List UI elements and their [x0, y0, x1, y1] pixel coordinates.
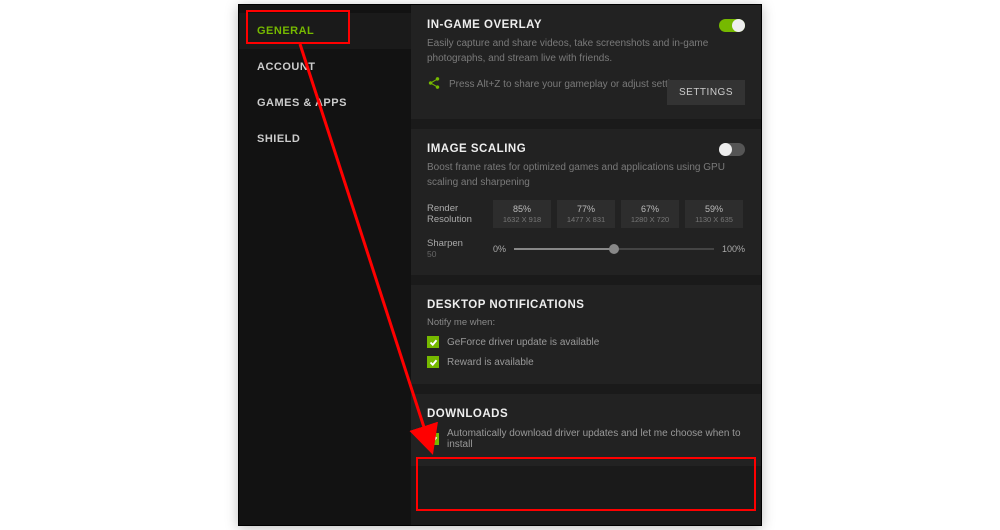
res-preset-77[interactable]: 77% 1477 X 831	[557, 200, 615, 228]
panel-overlay: IN-GAME OVERLAY Easily capture and share…	[411, 5, 761, 119]
settings-button[interactable]: SETTINGS	[667, 80, 745, 105]
label-auto-download: Automatically download driver updates an…	[447, 428, 745, 450]
check-row-auto-download[interactable]: Automatically download driver updates an…	[427, 428, 745, 450]
check-row-reward[interactable]: Reward is available	[427, 356, 745, 368]
sidebar-item-games-apps[interactable]: GAMES & APPS	[239, 85, 411, 121]
panel-image-scaling: IMAGE SCALING Boost frame rates for opti…	[411, 129, 761, 275]
panel-downloads: DOWNLOADS Automatically download driver …	[411, 394, 761, 466]
sharpen-slider[interactable]	[514, 248, 714, 250]
notify-subhead: Notify me when:	[427, 317, 745, 328]
sidebar-item-shield[interactable]: SHIELD	[239, 121, 411, 157]
render-resolution-label: Render Resolution	[427, 203, 483, 226]
label-driver-update: GeForce driver update is available	[447, 337, 599, 348]
panel-title-overlay: IN-GAME OVERLAY	[427, 19, 745, 31]
sharpen-label: Sharpen	[427, 238, 483, 249]
settings-window: GENERAL ACCOUNT GAMES & APPS SHIELD IN-G…	[238, 4, 762, 526]
res-preset-85[interactable]: 85% 1632 X 918	[493, 200, 551, 228]
render-resolution-row: Render Resolution 85% 1632 X 918 77% 147…	[427, 200, 745, 228]
checkbox-reward[interactable]	[427, 356, 439, 368]
panel-title-downloads: DOWNLOADS	[427, 408, 745, 420]
tip-text: Press Alt+Z to share your gameplay or ad…	[449, 79, 689, 90]
checkbox-driver-update[interactable]	[427, 336, 439, 348]
toggle-overlay[interactable]	[719, 19, 745, 32]
check-row-driver-update[interactable]: GeForce driver update is available	[427, 336, 745, 348]
sharpen-value: 50	[427, 249, 483, 259]
share-icon	[427, 76, 441, 93]
slider-min: 0%	[493, 244, 506, 254]
panel-title-notifications: DESKTOP NOTIFICATIONS	[427, 299, 745, 311]
sidebar-item-general[interactable]: GENERAL	[239, 13, 411, 49]
sharpen-row: Sharpen 50 0% 100%	[427, 238, 745, 259]
res-preset-59[interactable]: 59% 1130 X 635	[685, 200, 743, 228]
panel-title-scaling: IMAGE SCALING	[427, 143, 745, 155]
toggle-image-scaling[interactable]	[719, 143, 745, 156]
panel-notifications: DESKTOP NOTIFICATIONS Notify me when: Ge…	[411, 285, 761, 384]
panel-desc-scaling: Boost frame rates for optimized games an…	[427, 161, 745, 190]
panel-desc-overlay: Easily capture and share videos, take sc…	[427, 37, 745, 66]
sidebar: GENERAL ACCOUNT GAMES & APPS SHIELD	[239, 5, 411, 525]
checkbox-auto-download[interactable]	[427, 433, 439, 445]
sidebar-item-account[interactable]: ACCOUNT	[239, 49, 411, 85]
label-reward: Reward is available	[447, 357, 534, 368]
content-area: IN-GAME OVERLAY Easily capture and share…	[411, 5, 761, 525]
res-preset-67[interactable]: 67% 1280 X 720	[621, 200, 679, 228]
slider-max: 100%	[722, 244, 745, 254]
